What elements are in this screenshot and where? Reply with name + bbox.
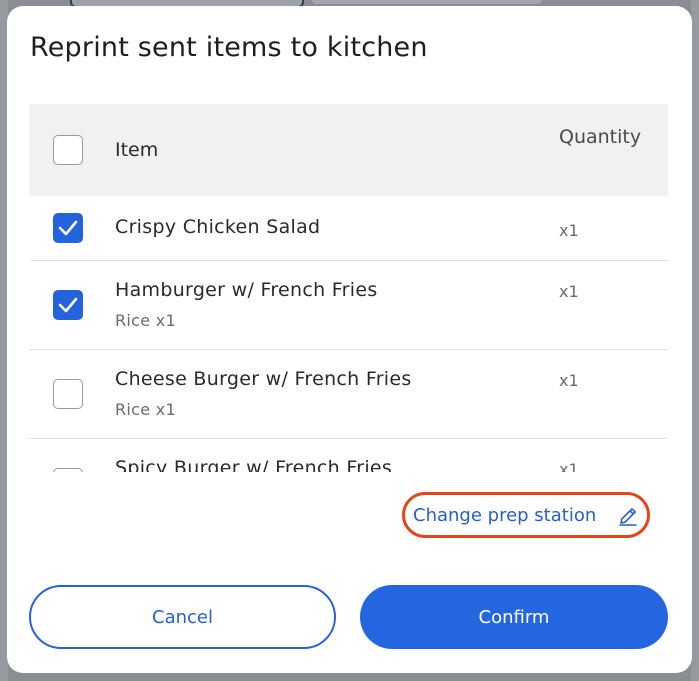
row-checkbox[interactable] [53,213,83,243]
confirm-button[interactable]: Confirm [360,585,668,649]
row-checkbox[interactable] [53,468,83,472]
item-quantity: x1 [559,460,579,472]
row-checkbox[interactable] [53,290,83,320]
checkmark-icon [58,220,78,236]
checkmark-icon [58,297,78,313]
item-name: Crispy Chicken Salad [115,216,321,238]
item-modifier: Rice x1 [115,311,177,330]
item-name: Cheese Burger w/ French Fries [115,368,412,390]
item-name: Spicy Burger w/ French Fries [115,457,393,472]
table-row[interactable]: Hamburger w/ French Fries Rice x1 x1 [29,261,668,350]
item-modifier: Rice x1 [115,400,177,419]
table-row[interactable]: Cheese Burger w/ French Fries Rice x1 x1 [29,350,668,439]
select-all-checkbox[interactable] [53,135,83,165]
dialog-title: Reprint sent items to kitchen [30,32,428,63]
background-right [691,0,699,681]
cancel-button[interactable]: Cancel [29,585,336,649]
column-header-quantity: Quantity [559,126,642,148]
item-name: Hamburger w/ French Fries [115,279,378,301]
background-element [312,0,542,4]
item-quantity: x1 [559,221,579,240]
row-checkbox[interactable] [53,379,83,409]
items-table[interactable]: Item Quantity Crispy Chicken Salad x1 Ha… [29,104,668,472]
table-row[interactable]: Spicy Burger w/ French Fries x1 [29,439,668,472]
pencil-icon [617,505,639,531]
table-row[interactable]: Crispy Chicken Salad x1 [29,196,668,261]
item-quantity: x1 [559,282,579,301]
change-prep-station-label: Change prep station [413,505,597,526]
reprint-dialog: Reprint sent items to kitchen Item Quant… [7,6,692,673]
change-prep-station-link[interactable]: Change prep station [402,492,650,538]
item-quantity: x1 [559,371,579,390]
table-header: Item Quantity [29,104,668,196]
column-header-item: Item [115,139,159,161]
